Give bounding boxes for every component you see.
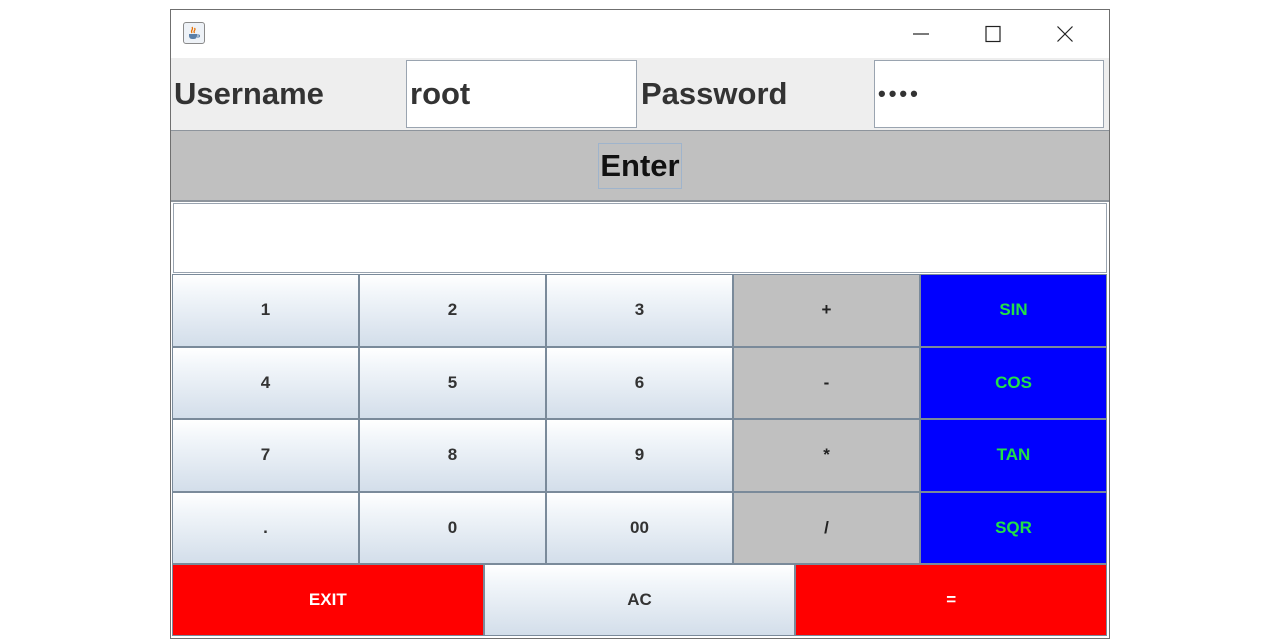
key-5[interactable]: 5 [359, 346, 546, 419]
key-9[interactable]: 9 [546, 419, 733, 492]
java-coffee-cup-icon[interactable] [183, 22, 205, 44]
key-multiply[interactable]: * [733, 419, 920, 492]
equals-button[interactable]: = [795, 564, 1107, 636]
close-button[interactable] [1029, 10, 1101, 58]
password-label: Password [641, 76, 788, 111]
enter-button[interactable]: Enter [598, 143, 682, 189]
key-decimal[interactable]: . [172, 491, 359, 564]
key-8[interactable]: 8 [359, 419, 546, 492]
key-cos[interactable]: COS [920, 346, 1107, 419]
calculator-window: Username Password Enter 1 2 3 + SIN 4 5 … [170, 9, 1110, 639]
bottom-row: EXIT AC = [172, 564, 1107, 636]
login-row: Username Password [171, 58, 1109, 130]
key-3[interactable]: 3 [546, 274, 733, 347]
maximize-button[interactable] [957, 10, 1029, 58]
key-2[interactable]: 2 [359, 274, 546, 347]
key-4[interactable]: 4 [172, 346, 359, 419]
calculator-display[interactable] [173, 203, 1107, 273]
close-icon [1057, 26, 1073, 42]
key-7[interactable]: 7 [172, 419, 359, 492]
key-1[interactable]: 1 [172, 274, 359, 347]
key-00[interactable]: 00 [546, 491, 733, 564]
username-field[interactable] [406, 60, 637, 128]
key-tan[interactable]: TAN [920, 419, 1107, 492]
all-clear-button[interactable]: AC [483, 564, 796, 636]
key-sqr[interactable]: SQR [920, 491, 1107, 564]
minimize-button[interactable] [885, 10, 957, 58]
keypad: 1 2 3 + SIN 4 5 6 - COS 7 8 9 * TAN . 0 … [172, 274, 1107, 564]
password-field[interactable] [874, 60, 1104, 128]
key-6[interactable]: 6 [546, 346, 733, 419]
username-label: Username [174, 76, 324, 111]
key-sin[interactable]: SIN [920, 274, 1107, 347]
maximize-icon [985, 25, 1001, 43]
key-minus[interactable]: - [733, 346, 920, 419]
title-bar[interactable] [171, 10, 1109, 58]
key-divide[interactable]: / [733, 491, 920, 564]
exit-button[interactable]: EXIT [172, 564, 484, 636]
key-plus[interactable]: + [733, 274, 920, 347]
enter-bar: Enter [171, 130, 1109, 202]
minimize-icon [913, 33, 929, 35]
key-0[interactable]: 0 [359, 491, 546, 564]
